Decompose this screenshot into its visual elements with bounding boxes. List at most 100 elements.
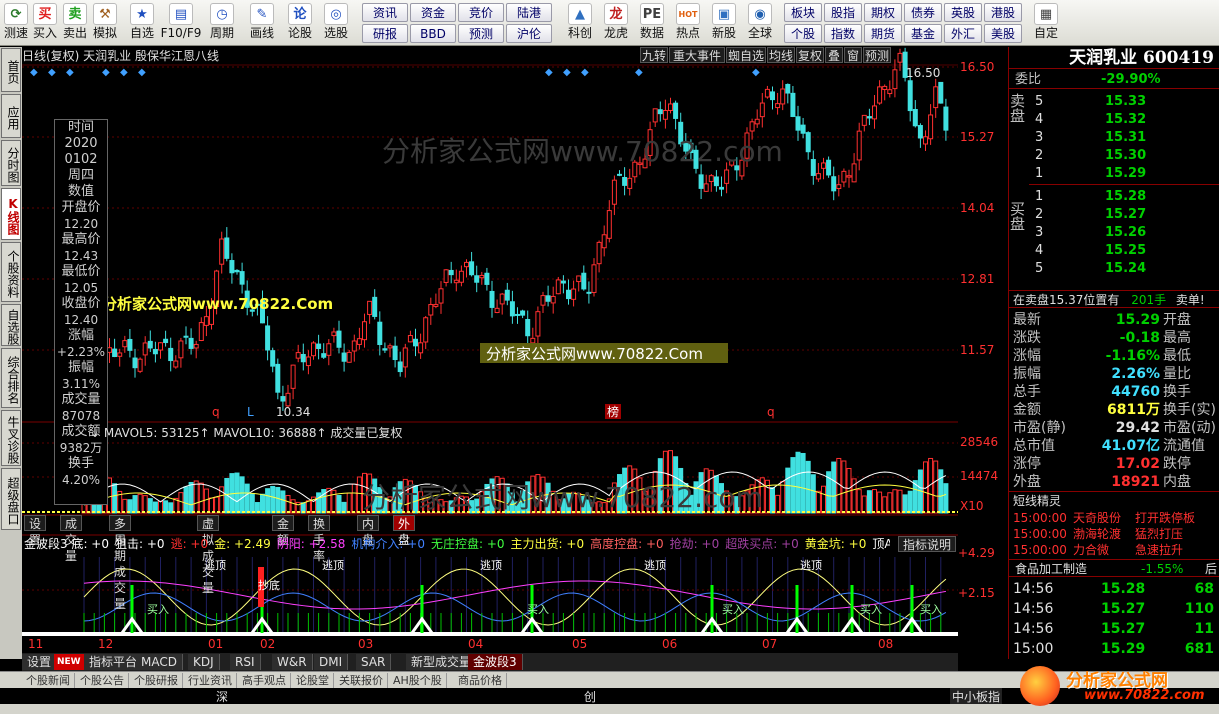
- star-toolbar-button[interactable]: ★ 自选: [124, 2, 160, 44]
- quick-button[interactable]: 资金: [410, 3, 456, 22]
- chart-marker[interactable]: 榜: [607, 404, 619, 419]
- market-button[interactable]: 股指: [824, 3, 862, 22]
- market-button[interactable]: 期货: [864, 24, 902, 43]
- quick-button[interactable]: 资讯: [362, 3, 408, 22]
- ipo-toolbar-button[interactable]: ▣ 新股: [706, 2, 742, 44]
- side-tab-3[interactable]: K线图: [1, 188, 21, 240]
- news-tab-6[interactable]: 关联报价: [335, 673, 388, 688]
- chart-marker[interactable]: q: [212, 405, 220, 419]
- ticker-sz[interactable]: 深: [216, 688, 228, 705]
- side-tab-0[interactable]: 首页: [1, 48, 21, 92]
- select-toolbar-button[interactable]: ◎ 选股: [318, 2, 354, 44]
- volume-tab-5[interactable]: 换手率: [308, 515, 331, 563]
- quick-button[interactable]: 预测: [458, 24, 504, 43]
- indicator-tab-3[interactable]: MACD: [136, 654, 183, 670]
- volume-tab-2[interactable]: 多周期成交量: [109, 515, 132, 611]
- side-tab-6[interactable]: 综合排名: [1, 348, 21, 408]
- quick-button[interactable]: BBD: [410, 24, 456, 43]
- pe-toolbar-button[interactable]: PE 数据: [634, 2, 670, 44]
- side-tab-7[interactable]: 牛叉诊股: [1, 410, 21, 466]
- market-button[interactable]: 外汇: [944, 24, 982, 43]
- volume-tab-3[interactable]: 虚拟成交量: [197, 515, 220, 595]
- indicator-explain-button[interactable]: 指标说明: [898, 536, 957, 552]
- sell-level[interactable]: 4 15.32: [1009, 111, 1219, 129]
- discuss-toolbar-button[interactable]: 论论股: [282, 2, 318, 44]
- kline-chart-area[interactable]: ◆ ◆ ◆ ◆ ◆ ◆ ◆ ◆ ◆ ◆ ◆ 16.50 10.34 Lq 榜 q 分析家公式网www.70822…: [22, 47, 958, 653]
- elves-row[interactable]: 15:00:00 渤海轮渡 猛烈打压: [1009, 526, 1219, 542]
- news-tab-0[interactable]: 个股新闻: [22, 673, 75, 688]
- buy-level[interactable]: 4 15.25: [1009, 242, 1219, 260]
- short-term-elves[interactable]: 短线精灵 15:00:00 天奇股份 打开跌停板 15:00:00 渤海轮渡 猛烈打压 15:…: [1009, 491, 1219, 559]
- volume-tab-6[interactable]: 内盘: [357, 515, 380, 547]
- quick-button[interactable]: 陆港: [506, 3, 552, 22]
- quick-button[interactable]: 竞价: [458, 3, 504, 22]
- event-diamond[interactable]: ◆: [120, 67, 128, 78]
- news-tab-8[interactable]: 商品价格: [454, 673, 507, 688]
- side-tab-1[interactable]: 应用: [1, 94, 21, 138]
- news-tab-2[interactable]: 个股研报: [130, 673, 183, 688]
- f10-toolbar-button[interactable]: ▤ F10/F9: [160, 2, 202, 44]
- chart-btn-5[interactable]: 叠: [825, 47, 843, 63]
- market-button[interactable]: 板块: [784, 3, 822, 22]
- side-tab-4[interactable]: 个股资料: [1, 242, 21, 302]
- chart-btn-6[interactable]: 窗: [844, 47, 862, 63]
- dragon-toolbar-button[interactable]: 龙龙虎: [598, 2, 634, 44]
- indicator-tab-2[interactable]: 指标平台: [84, 654, 144, 670]
- chart-btn-0[interactable]: 九转: [640, 47, 668, 63]
- ticker-cy[interactable]: 创: [584, 688, 596, 705]
- indicator-tab-6[interactable]: W&R: [272, 654, 313, 670]
- market-button[interactable]: 英股: [944, 3, 982, 22]
- chart-marker[interactable]: q: [767, 405, 775, 419]
- volume-tab-4[interactable]: 金额: [272, 515, 295, 547]
- buy-level[interactable]: 2 15.27: [1009, 206, 1219, 224]
- market-button[interactable]: 港股: [984, 3, 1022, 22]
- indicator-tab-9[interactable]: 新型成交量: [406, 654, 478, 670]
- side-tab-5[interactable]: 自选股: [1, 304, 21, 346]
- hammer-toolbar-button[interactable]: ⚒ 模拟: [90, 2, 120, 44]
- industry-row[interactable]: 食品加工制造 -1.55% 后: [1009, 559, 1219, 577]
- news-tab-4[interactable]: 高手观点: [238, 673, 291, 688]
- side-tab-8[interactable]: 超级盘口: [1, 468, 21, 530]
- globe-toolbar-button[interactable]: ◉ 全球: [742, 2, 778, 44]
- event-diamond[interactable]: ◆: [102, 67, 110, 78]
- market-button[interactable]: 期权: [864, 3, 902, 22]
- news-tab-7[interactable]: AH股个股: [389, 673, 447, 688]
- indicator-tab-5[interactable]: RSI: [230, 654, 261, 670]
- speed-toolbar-button[interactable]: ⟳ 测速: [2, 2, 30, 44]
- market-button[interactable]: 债券: [904, 3, 942, 22]
- sell-toolbar-button[interactable]: 卖卖出: [60, 2, 90, 44]
- volume-tab-1[interactable]: 成交量: [60, 515, 83, 563]
- pen-toolbar-button[interactable]: ✎ 画线: [242, 2, 282, 44]
- indicator-tab-4[interactable]: KDJ: [188, 654, 220, 670]
- indicator-tab-10[interactable]: 金波段3: [468, 654, 523, 670]
- sell-level[interactable]: 1 15.29: [1009, 165, 1219, 183]
- ticker-zxb[interactable]: 中小板指: [950, 688, 1003, 705]
- tick-list[interactable]: 14:56 15.28 68 14:56 15.27 110 14:56 15.27 11 15:…: [1009, 578, 1219, 659]
- event-diamond[interactable]: ◆: [30, 67, 38, 78]
- volume-tab-0[interactable]: 设置: [24, 515, 47, 547]
- elves-row[interactable]: 15:00:00 天奇股份 打开跌停板: [1009, 510, 1219, 526]
- event-diamond[interactable]: ◆: [48, 67, 56, 78]
- indicator-tab-1[interactable]: NEW: [54, 654, 85, 670]
- event-diamond[interactable]: ◆: [138, 67, 146, 78]
- market-button[interactable]: 美股: [984, 24, 1022, 43]
- sell-level[interactable]: 2 15.30: [1009, 147, 1219, 165]
- market-button[interactable]: 指数: [824, 24, 862, 43]
- elves-row[interactable]: 15:00:00 力合微 急速拉升: [1009, 542, 1219, 558]
- volume-tab-7[interactable]: 外盘: [393, 515, 416, 547]
- buy-level[interactable]: 3 15.26: [1009, 224, 1219, 242]
- event-diamond[interactable]: ◆: [545, 67, 553, 78]
- chart-btn-4[interactable]: 复权: [796, 47, 824, 63]
- indicator-tab-8[interactable]: SAR: [356, 654, 392, 670]
- event-diamond[interactable]: ◆: [66, 67, 74, 78]
- side-tab-2[interactable]: 分时图: [1, 140, 21, 186]
- buy-level[interactable]: 5 15.24: [1009, 260, 1219, 278]
- market-button[interactable]: 个股: [784, 24, 822, 43]
- quick-button[interactable]: 沪伦: [506, 24, 552, 43]
- news-tab-1[interactable]: 个股公告: [76, 673, 129, 688]
- indicator-tab-7[interactable]: DMI: [314, 654, 349, 670]
- market-button[interactable]: 基金: [904, 24, 942, 43]
- chart-btn-1[interactable]: 重大事件: [669, 47, 725, 63]
- buy-level[interactable]: 1 15.28: [1009, 188, 1219, 206]
- hot-toolbar-button[interactable]: HOT 热点: [670, 2, 706, 44]
